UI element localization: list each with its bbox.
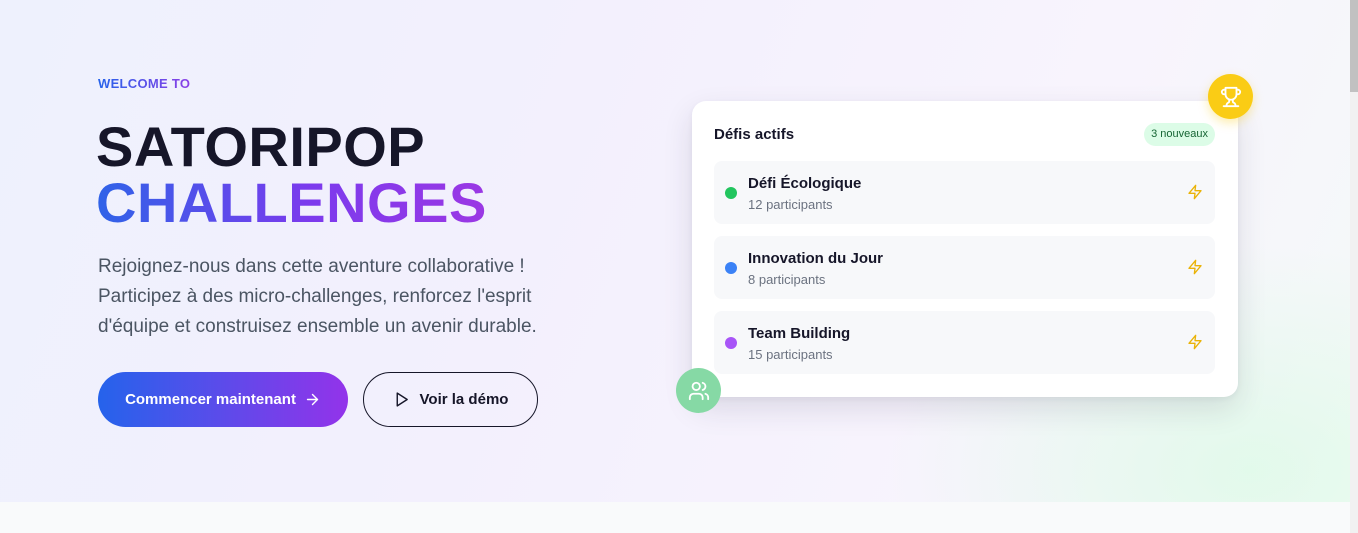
hero-title-line2: CHALLENGES <box>96 171 487 234</box>
watch-demo-button[interactable]: Voir la démo <box>363 372 538 427</box>
zap-icon <box>1188 184 1202 200</box>
watch-demo-label: Voir la démo <box>419 391 509 408</box>
next-section-band <box>0 502 1350 533</box>
users-icon <box>688 381 709 400</box>
hero-eyebrow: WELCOME TO <box>98 76 191 91</box>
zap-icon <box>1188 334 1202 350</box>
challenge-participants: 12 participants <box>748 197 833 212</box>
challenge-item[interactable]: Innovation du Jour 8 participants <box>714 236 1215 299</box>
arrow-right-icon <box>306 393 319 406</box>
scrollbar-thumb[interactable] <box>1350 0 1358 92</box>
status-dot <box>725 337 737 349</box>
trophy-badge <box>1208 74 1253 119</box>
challenge-name: Innovation du Jour <box>748 250 883 267</box>
challenge-item[interactable]: Team Building 15 participants <box>714 311 1215 374</box>
play-icon <box>396 392 408 407</box>
challenge-item[interactable]: Défi Écologique 12 participants <box>714 161 1215 224</box>
status-dot <box>725 262 737 274</box>
challenge-name: Défi Écologique <box>748 175 862 192</box>
trophy-icon <box>1220 86 1241 107</box>
start-now-label: Commencer maintenant <box>125 391 296 408</box>
page-scrollbar[interactable] <box>1350 0 1358 533</box>
card-title: Défis actifs <box>714 126 795 143</box>
hero-title-line1: SATORIPOP <box>96 115 426 178</box>
users-badge <box>676 368 721 413</box>
start-now-button[interactable]: Commencer maintenant <box>98 372 348 427</box>
status-dot <box>725 187 737 199</box>
active-challenges-card: Défis actifs 3 nouveaux Défi Écologique … <box>692 101 1238 397</box>
zap-icon <box>1188 259 1202 275</box>
hero-description: Rejoignez-nous dans cette aventure colla… <box>98 256 537 337</box>
challenge-participants: 15 participants <box>748 347 833 362</box>
challenge-name: Team Building <box>748 325 851 342</box>
challenge-participants: 8 participants <box>748 272 826 287</box>
new-count-badge: 3 nouveaux <box>1144 123 1215 146</box>
